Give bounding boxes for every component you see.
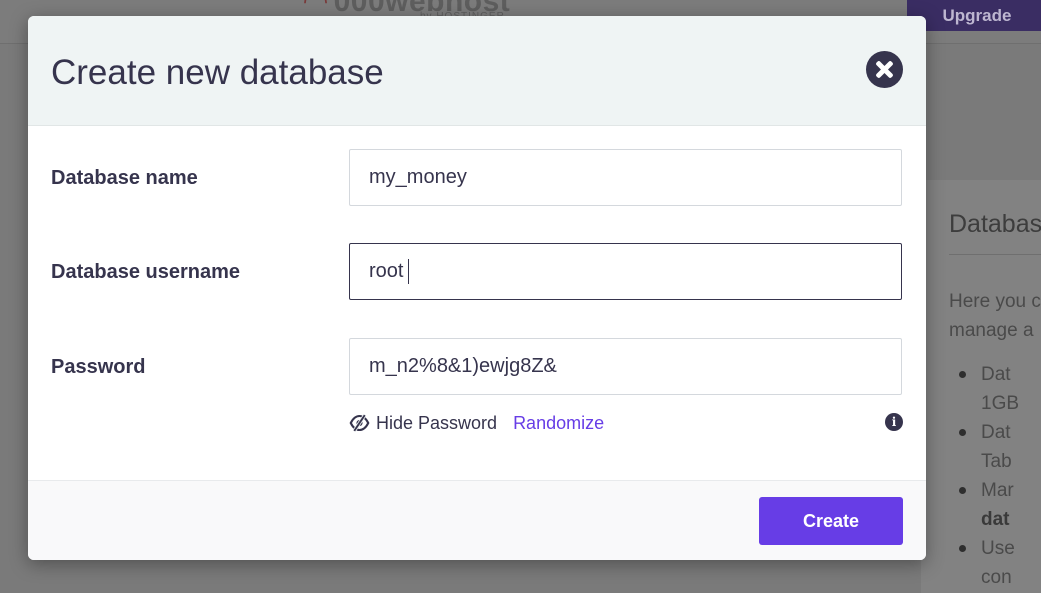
create-button[interactable]: Create bbox=[759, 497, 903, 545]
list-item: Dat 1GB bbox=[958, 360, 1019, 418]
randomize-password-link[interactable]: Randomize bbox=[513, 413, 604, 434]
list-item: Mar dat bbox=[958, 476, 1019, 534]
text-caret bbox=[408, 259, 409, 284]
modal-footer: Create bbox=[28, 480, 926, 560]
create-database-modal: Create new database Database name Databa… bbox=[28, 16, 926, 560]
database-username-label: Database username bbox=[51, 261, 240, 283]
list-item: Use con bbox=[958, 534, 1019, 592]
close-icon[interactable] bbox=[866, 51, 903, 88]
modal-header: Create new database bbox=[28, 16, 926, 126]
database-username-input[interactable] bbox=[349, 243, 902, 300]
modal-title: Create new database bbox=[51, 53, 384, 92]
database-name-input[interactable] bbox=[349, 149, 902, 206]
database-info-panel: Databas Here you c manage a Dat 1GB Dat Ta… bbox=[921, 180, 1041, 593]
panel-intro-text: Here you c manage a bbox=[949, 291, 1041, 341]
hide-password-toggle[interactable]: Hide Password bbox=[376, 413, 497, 434]
list-item: Dat Tab bbox=[958, 418, 1019, 476]
database-name-label: Database name bbox=[51, 167, 198, 189]
panel-divider bbox=[949, 254, 1041, 255]
password-input[interactable] bbox=[349, 338, 902, 395]
info-icon[interactable]: i bbox=[885, 413, 903, 431]
panel-feature-list: Dat 1GB Dat Tab Mar dat Use con bbox=[958, 360, 1019, 592]
upgrade-button[interactable]: Upgrade bbox=[907, 0, 1041, 31]
eye-slash-icon[interactable] bbox=[349, 413, 370, 433]
password-label: Password bbox=[51, 356, 146, 378]
password-tools: Hide Password Randomize bbox=[349, 411, 604, 435]
panel-title: Databas bbox=[949, 210, 1041, 238]
